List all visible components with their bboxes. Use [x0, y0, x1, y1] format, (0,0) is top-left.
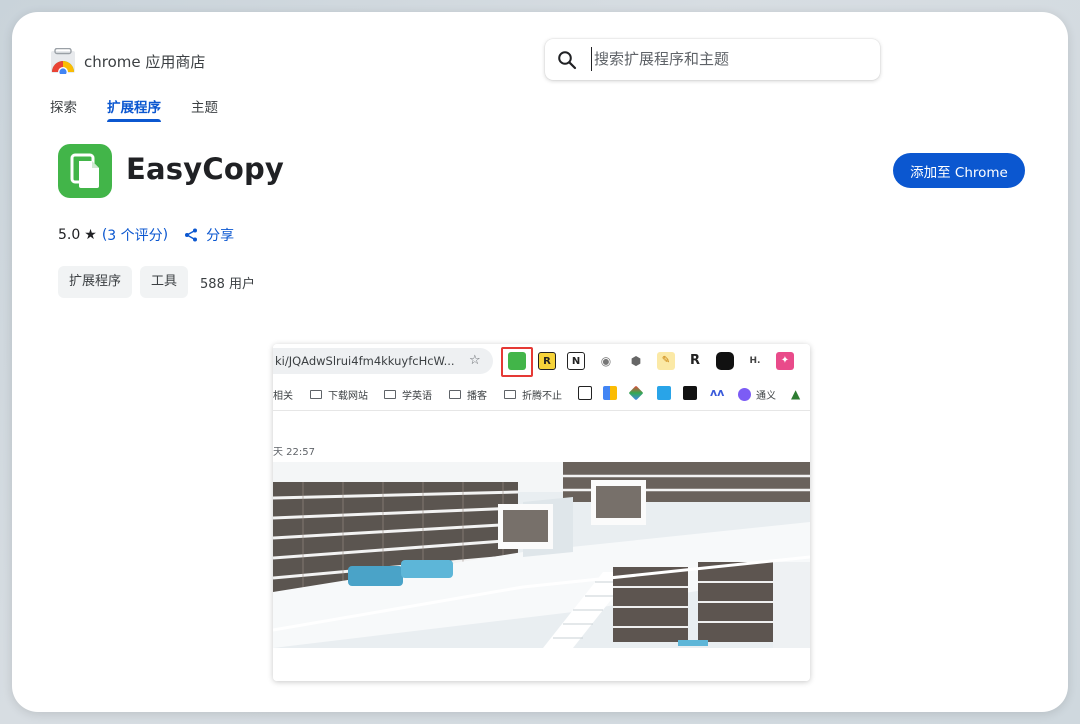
extension-r-black-icon: R [689, 353, 700, 368]
bookmark-item: 播客 [449, 387, 487, 402]
star-icon: ★ [84, 227, 97, 243]
divider [273, 410, 810, 411]
tab-explore[interactable]: 探索 [50, 96, 77, 122]
user-count: 588 用户 [200, 276, 255, 292]
share-label: 分享 [206, 228, 235, 244]
chip-extensions[interactable]: 扩展程序 [58, 266, 133, 298]
category-chips: 扩展程序 工具 588 用户 [58, 266, 255, 298]
bookmark-item: 折腾不止 [504, 387, 562, 402]
main-nav: 探索 扩展程序 主题 [50, 96, 248, 122]
r-black-icon [683, 386, 697, 400]
highlight-box [501, 347, 533, 377]
chip-tools[interactable]: 工具 [140, 266, 189, 298]
store-name[interactable]: chrome 应用商店 [84, 51, 205, 72]
preview-footer [273, 648, 810, 681]
rating-paren-close: ) [162, 227, 169, 243]
folder-icon [449, 390, 461, 399]
tongyi-icon [738, 388, 751, 401]
h-extension-icon: H. [749, 356, 761, 366]
note-edit-icon: ✎ [657, 352, 675, 370]
monitor-icon [657, 386, 671, 400]
tab-themes[interactable]: 主题 [191, 96, 218, 122]
extension-title: EasyCopy [126, 152, 285, 186]
bookmark-item: 下载网站 [310, 387, 368, 402]
preview-url-bar: ki/JQAdwSlrui4fm4kkuyfcHcW... [273, 348, 493, 374]
folder-icon [310, 390, 322, 399]
notion-icon: N [567, 352, 585, 370]
search-input[interactable] [591, 47, 861, 71]
folder-icon [504, 390, 516, 399]
share-icon [185, 228, 198, 242]
search-icon [558, 51, 577, 70]
grid-icon [603, 386, 617, 400]
preview-timestamp: 天 22:57 [273, 447, 315, 458]
bookmark-item: 相关 [273, 391, 293, 402]
bookmark-item: 学英语 [384, 387, 432, 402]
rating-row: 5.0 ★ ( 3 个评分 ) 分享 [58, 225, 234, 245]
tree-icon: ▲ [791, 387, 801, 401]
camera-icon: ◉ [600, 354, 612, 368]
screenshot-preview[interactable]: ki/JQAdwSlrui4fm4kkuyfcHcW... ☆ R N ◉ ⬢ … [273, 344, 810, 681]
tab-extensions[interactable]: 扩展程序 [107, 96, 161, 122]
diamond-icon [628, 385, 644, 401]
extension-logo [58, 144, 112, 198]
preview-browser-toolbar: ki/JQAdwSlrui4fm4kkuyfcHcW... ☆ R N ◉ ⬢ … [273, 344, 810, 380]
m-icon: ʌʌ [710, 386, 725, 399]
store-window: chrome 应用商店 探索 扩展程序 主题 EasyCopy 添加至 Chro… [12, 12, 1068, 712]
extension-r-yellow-icon: R [538, 352, 556, 370]
folder-icon [384, 390, 396, 399]
preview-bookmarks-bar: 相关 下载网站 学英语 播客 折腾不止 ʌʌ 通义 ▲ [273, 382, 810, 406]
bookmark-item: 通义 [738, 387, 776, 402]
chrome-web-store-logo-icon[interactable] [50, 48, 76, 74]
rating-value: 5.0 [58, 227, 81, 243]
library-photo [273, 462, 810, 648]
circle-extension-icon [716, 352, 734, 370]
bookmark-star-icon: ☆ [469, 353, 481, 368]
add-to-chrome-button[interactable]: 添加至 Chrome [893, 153, 1025, 188]
shield-extension-icon: ⬢ [630, 354, 642, 368]
rating-count-link[interactable]: 3 个评分 [107, 225, 162, 245]
copy-document-icon [70, 153, 99, 188]
share-button[interactable]: 分享 [184, 225, 234, 245]
pink-extension-icon: ✦ [776, 352, 794, 370]
notion-icon [578, 386, 592, 400]
search-box[interactable] [545, 39, 880, 80]
